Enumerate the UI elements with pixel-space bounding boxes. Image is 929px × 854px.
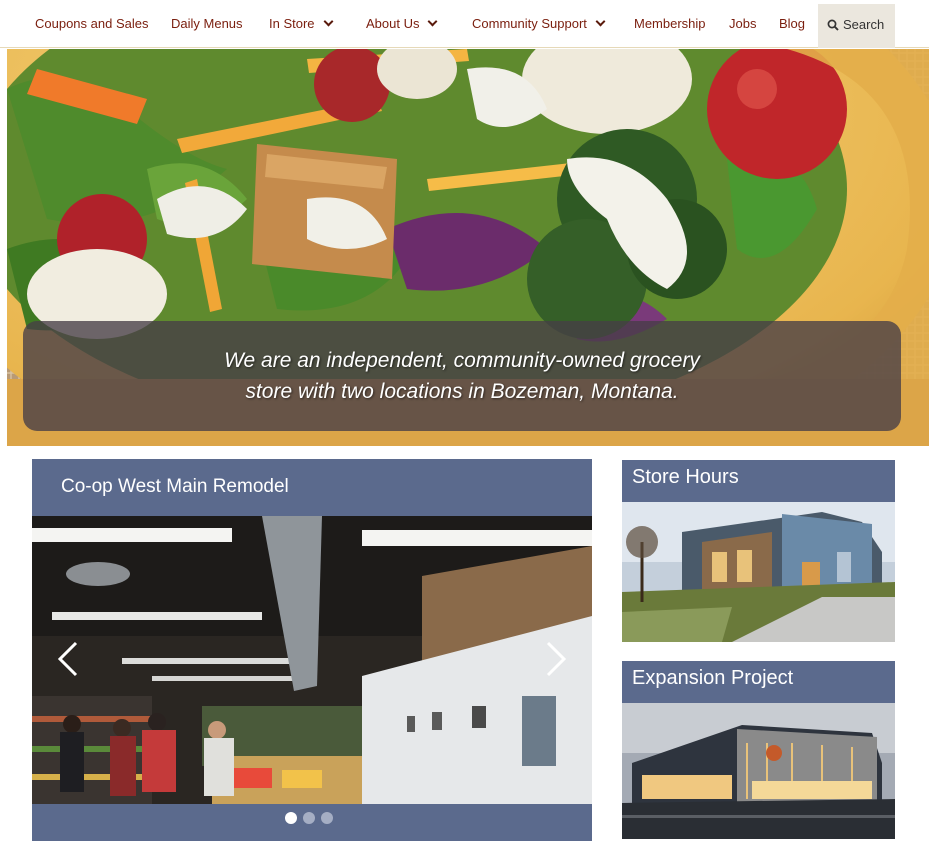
chevron-down-icon: [595, 16, 606, 27]
slider-dot-1[interactable]: [285, 812, 297, 824]
slider-title[interactable]: Co-op West Main Remodel: [61, 459, 289, 515]
chevron-down-icon: [323, 16, 333, 27]
search-label: Search: [843, 17, 885, 32]
expansion-building-photo[interactable]: [622, 703, 895, 839]
slider-previous-button[interactable]: [56, 641, 80, 677]
nav-community-support[interactable]: Community Support: [472, 0, 606, 48]
remodel-slider-card: Co-op West Main Remodel: [32, 459, 592, 841]
store-interior-image: [32, 516, 592, 804]
hero-caption-line-2: store with two locations in Bozeman, Mon…: [245, 380, 679, 403]
slider-dot-3[interactable]: [321, 812, 333, 824]
store-hours-card[interactable]: Store Hours: [622, 460, 895, 642]
chevron-right-icon: [546, 641, 567, 677]
slider-dot-2[interactable]: [303, 812, 315, 824]
nav-membership[interactable]: Membership: [634, 0, 706, 48]
store-building-image: [622, 502, 895, 642]
expansion-project-card[interactable]: Expansion Project: [622, 661, 895, 839]
search-button[interactable]: Search: [818, 4, 895, 48]
slider-next-button[interactable]: [544, 641, 568, 677]
hero-caption: We are an independent, community-owned g…: [23, 321, 901, 431]
hero-banner: We are an independent, community-owned g…: [7, 49, 929, 446]
nav-blog[interactable]: Blog: [779, 0, 805, 48]
store-interior-photo[interactable]: [32, 516, 592, 804]
store-hours-title[interactable]: Store Hours: [632, 460, 739, 500]
nav-jobs[interactable]: Jobs: [729, 0, 756, 48]
slider-pagination: [285, 812, 345, 826]
chevron-down-icon: [428, 16, 438, 27]
nav-in-store-label: In Store: [269, 16, 315, 31]
nav-coupons-and-sales[interactable]: Coupons and Sales: [35, 0, 148, 48]
expansion-project-title[interactable]: Expansion Project: [632, 661, 793, 701]
nav-community-support-label: Community Support: [472, 16, 587, 31]
store-building-photo[interactable]: [622, 502, 895, 642]
expansion-building-image: [622, 703, 895, 839]
nav-about-us-label: About Us: [366, 16, 420, 31]
search-icon: [827, 19, 839, 31]
nav-in-store[interactable]: In Store: [269, 0, 333, 48]
nav-daily-menus[interactable]: Daily Menus: [171, 0, 243, 48]
hero-caption-line-1: We are an independent, community-owned g…: [224, 349, 700, 372]
nav-about-us[interactable]: About Us: [366, 0, 438, 48]
top-navigation: Coupons and Sales Daily Menus In Store A…: [0, 0, 929, 48]
chevron-left-icon: [57, 641, 78, 677]
